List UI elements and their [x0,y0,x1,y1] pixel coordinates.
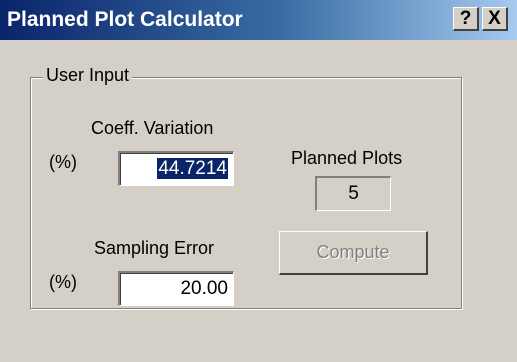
planned-plots-readout: 5 [315,176,391,211]
window-title: Planned Plot Calculator [7,8,243,31]
close-button[interactable]: X [482,7,508,31]
planned-plot-calculator-dialog: Planned Plot Calculator ? X User Input C… [0,0,517,362]
help-icon: ? [459,7,472,29]
coeff-variation-input[interactable]: 44.7214 [118,151,234,186]
compute-button[interactable]: Compute [279,231,428,275]
user-input-legend: User Input [43,64,133,86]
sampling-error-label: Sampling Error [94,238,215,258]
coeff-variation-unit: (%) [49,152,77,172]
sampling-error-value: 20.00 [180,278,228,299]
planned-plots-label: Planned Plots [291,148,403,168]
help-button[interactable]: ? [453,7,479,31]
coeff-variation-value: 44.7214 [157,158,228,179]
sampling-error-input[interactable]: 20.00 [118,271,234,306]
sampling-error-unit: (%) [49,272,77,292]
planned-plots-value: 5 [348,183,359,204]
coeff-variation-label: Coeff. Variation [91,118,214,138]
compute-button-label: Compute [316,242,390,262]
title-bar[interactable]: Planned Plot Calculator ? X [0,0,517,40]
close-icon: X [488,7,501,29]
